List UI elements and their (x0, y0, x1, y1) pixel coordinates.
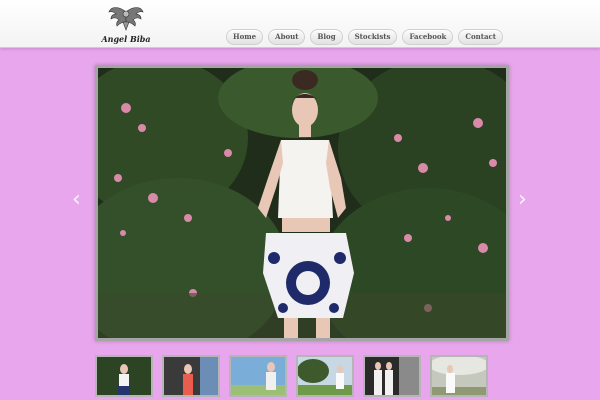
angel-wings-icon (108, 7, 144, 31)
site-logo[interactable]: Angel Biba (100, 4, 152, 46)
nav-blog[interactable]: Blog (310, 29, 343, 45)
thumbnail[interactable] (430, 355, 488, 397)
nav-facebook[interactable]: Facebook (402, 29, 454, 45)
thumbnail[interactable] (363, 355, 421, 397)
hero-slider (95, 65, 509, 341)
nav-about[interactable]: About (268, 29, 306, 45)
slider-prev-arrow-icon[interactable]: ‹ (72, 189, 81, 211)
thumbnail[interactable] (296, 355, 354, 397)
slide-image (98, 68, 506, 338)
site-header: Angel Biba Home About Blog Stockists Fac… (0, 0, 600, 48)
nav-home[interactable]: Home (225, 29, 264, 45)
thumbnail[interactable] (95, 355, 153, 397)
nav-stockists[interactable]: Stockists (347, 29, 398, 45)
slider-next-arrow-icon[interactable]: › (518, 189, 527, 211)
nav-contact[interactable]: Contact (458, 29, 503, 45)
logo-text: Angel Biba (101, 34, 151, 44)
main-nav: Home About Blog Stockists Facebook Conta… (225, 29, 503, 45)
thumbnail[interactable] (162, 355, 220, 397)
thumbnail[interactable] (229, 355, 287, 397)
thumbnail-strip (95, 355, 488, 397)
